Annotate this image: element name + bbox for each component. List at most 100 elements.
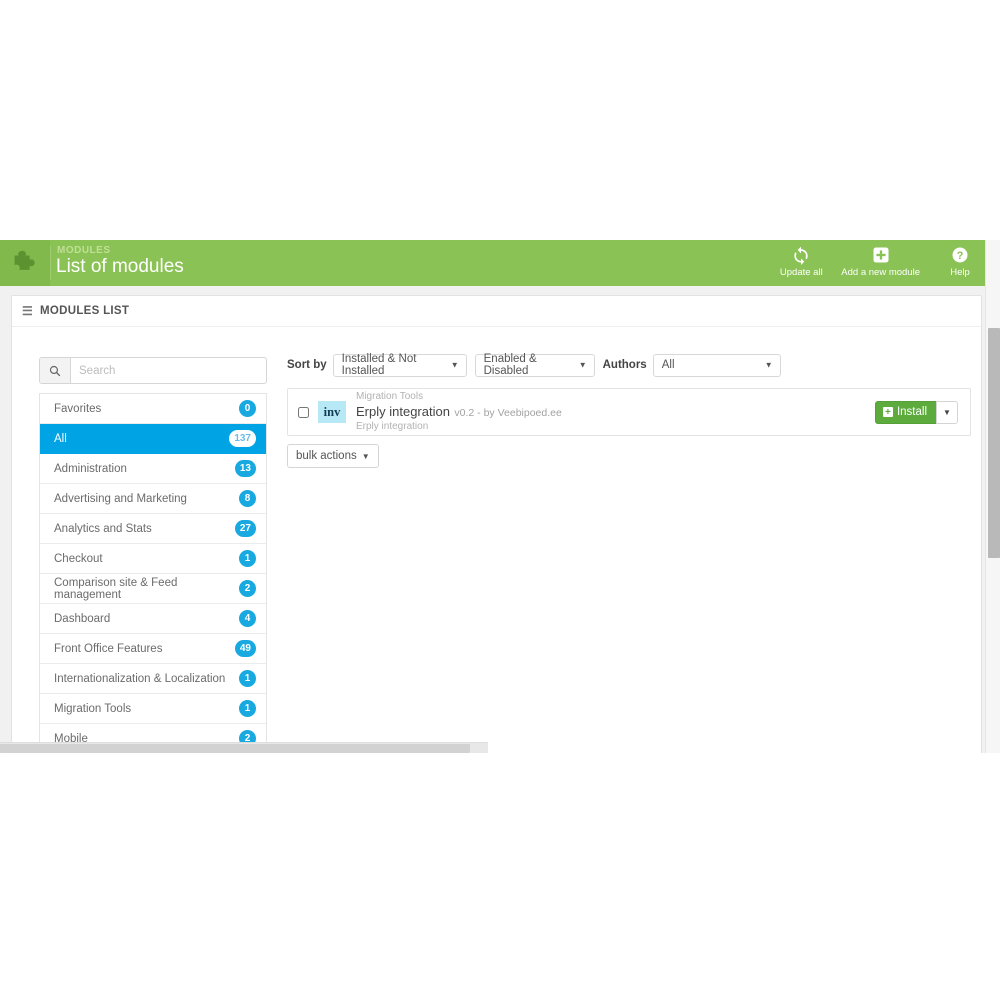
page-header-actions: Update all Add a new module ? Help [767, 242, 994, 286]
plus-square-icon [873, 247, 889, 263]
sidebar-item-label: Migration Tools [54, 702, 132, 715]
add-new-module-label: Add a new module [841, 267, 920, 278]
puzzle-icon [14, 250, 35, 270]
chevron-down-icon: ▼ [361, 451, 370, 461]
update-all-button[interactable]: Update all [767, 242, 835, 278]
status-badge: 1 [239, 700, 256, 717]
installed-filter-select[interactable]: Installed & Not Installed ▼ [332, 353, 467, 377]
svg-text:?: ? [957, 250, 964, 262]
help-button[interactable]: ? Help [926, 242, 994, 278]
categories-sidebar: Favorites 0 All 137 Administration 13 [39, 357, 267, 753]
authors-filter-value: All [661, 359, 675, 371]
authors-filter-select[interactable]: All ▼ [652, 353, 781, 377]
status-badge: 1 [239, 670, 256, 687]
refresh-icon [794, 246, 808, 265]
screenshot-canvas: MODULES List of modules Update all Add a [0, 0, 1000, 1000]
modules-main-column: Sort by Installed & Not Installed ▼ Enab… [287, 353, 971, 468]
plus-icon: + [882, 407, 893, 417]
sidebar-item-label: Dashboard [54, 612, 111, 625]
sidebar-item-analytics-and-stats[interactable]: Analytics and Stats 27 [40, 514, 266, 544]
install-button[interactable]: + Install [874, 400, 936, 424]
sidebar-item-dashboard[interactable]: Dashboard 4 [40, 604, 266, 634]
install-dropdown-toggle[interactable]: ▼ [936, 400, 958, 424]
prestashop-admin-viewport: MODULES List of modules Update all Add a [0, 240, 1000, 753]
status-badge: 0 [239, 400, 256, 417]
status-badge: 4 [239, 610, 256, 627]
module-category: Migration Tools [356, 391, 424, 403]
sidebar-item-comparison-site-feed-management[interactable]: Comparison site & Feed management 2 [40, 574, 266, 604]
module-info: Migration Tools Erply integration v0.2 -… [356, 391, 875, 432]
vertical-scrollbar-thumb[interactable] [988, 328, 1000, 558]
sidebar-item-label: Checkout [54, 552, 103, 565]
bulk-actions-button[interactable]: bulk actions ▼ [287, 444, 379, 468]
sidebar-item-migration-tools[interactable]: Migration Tools 1 [40, 694, 266, 724]
status-badge: 27 [234, 520, 256, 537]
sidebar-item-advertising-and-marketing[interactable]: Advertising and Marketing 8 [40, 484, 266, 514]
page-header-kicker: MODULES [57, 245, 111, 256]
search-glyph [49, 365, 61, 376]
horizontal-scrollbar[interactable] [0, 742, 488, 753]
page-title: List of modules [56, 256, 184, 277]
bulk-actions-label: bulk actions [296, 450, 357, 462]
chevron-down-icon: ▼ [450, 360, 459, 370]
sidebar-item-label: Favorites [54, 402, 102, 415]
page-header: MODULES List of modules Update all Add a [0, 240, 1000, 286]
sidebar-item-front-office-features[interactable]: Front Office Features 49 [40, 634, 266, 664]
add-new-module-button[interactable]: Add a new module [835, 242, 926, 278]
row-checkbox[interactable] [297, 406, 309, 418]
filter-toolbar: Sort by Installed & Not Installed ▼ Enab… [287, 353, 971, 377]
sidebar-item-label: Analytics and Stats [54, 522, 152, 535]
search-input[interactable] [71, 358, 266, 383]
module-description: Erply integration [356, 421, 429, 433]
panel-body: Favorites 0 All 137 Administration 13 [12, 327, 981, 753]
category-list: Favorites 0 All 137 Administration 13 Ad… [39, 393, 267, 753]
install-button-label: Install [896, 406, 927, 418]
row-checkbox-cell [288, 406, 318, 418]
help-label: Help [950, 267, 970, 278]
installed-filter-value: Installed & Not Installed [341, 353, 417, 377]
chevron-down-icon: ▼ [764, 360, 773, 370]
sidebar-item-label: All [54, 432, 67, 445]
sidebar-item-all[interactable]: All 137 [40, 424, 266, 454]
modules-list-panel: ☰ MODULES LIST Search Favorites 0 All 13… [11, 295, 982, 753]
page-header-divider [50, 246, 51, 280]
horizontal-scrollbar-thumb[interactable] [0, 744, 470, 753]
search-icon[interactable] [40, 358, 71, 383]
vertical-scrollbar[interactable] [985, 240, 1000, 753]
list-icon: ☰ [22, 304, 34, 318]
sidebar-item-favorites[interactable]: Favorites 0 [40, 394, 266, 424]
question-circle-icon: ? [952, 247, 968, 263]
sidebar-item-checkout[interactable]: Checkout 1 [40, 544, 266, 574]
sidebar-item-internationalization-localization[interactable]: Internationalization & Localization 1 [40, 664, 266, 694]
modules-table: inv Migration Tools Erply integration v0… [287, 388, 971, 436]
sidebar-item-label: Comparison site & Feed management [54, 576, 178, 601]
sidebar-item-label: Administration [54, 462, 127, 475]
sidebar-item-administration[interactable]: Administration 13 [40, 454, 266, 484]
status-badge: 8 [239, 490, 256, 507]
module-title-row: Erply integration v0.2 - by Veebipoed.ee [356, 403, 875, 421]
panel-title: MODULES LIST [40, 305, 130, 317]
status-badge: 13 [234, 460, 256, 477]
sidebar-item-label: Internationalization & Localization [54, 672, 226, 685]
module-thumbnail-icon: inv [318, 401, 346, 423]
status-badge: 49 [234, 640, 256, 657]
sidebar-item-label: Advertising and Marketing [54, 492, 187, 505]
search-box [39, 357, 267, 384]
chevron-down-icon: ▼ [578, 360, 587, 370]
enabled-filter-value: Enabled & Disabled [483, 353, 537, 377]
panel-header: ☰ MODULES LIST [12, 296, 981, 327]
status-badge: 137 [229, 430, 256, 447]
module-version-author: v0.2 - by Veebipoed.ee [454, 406, 562, 419]
update-all-label: Update all [779, 267, 823, 278]
bulk-actions-bar: bulk actions ▼ [287, 444, 971, 468]
table-row: inv Migration Tools Erply integration v0… [288, 389, 970, 435]
install-button-group: + Install ▼ [874, 400, 958, 424]
sort-by-label: Sort by [287, 359, 327, 371]
sidebar-item-label: Front Office Features [54, 642, 163, 655]
authors-label: Authors [602, 359, 647, 371]
page-header-icon-box [0, 240, 50, 286]
status-badge: 2 [239, 580, 256, 597]
chevron-down-icon: ▼ [943, 407, 951, 417]
enabled-filter-select[interactable]: Enabled & Disabled ▼ [474, 353, 595, 377]
status-badge: 1 [239, 550, 256, 567]
